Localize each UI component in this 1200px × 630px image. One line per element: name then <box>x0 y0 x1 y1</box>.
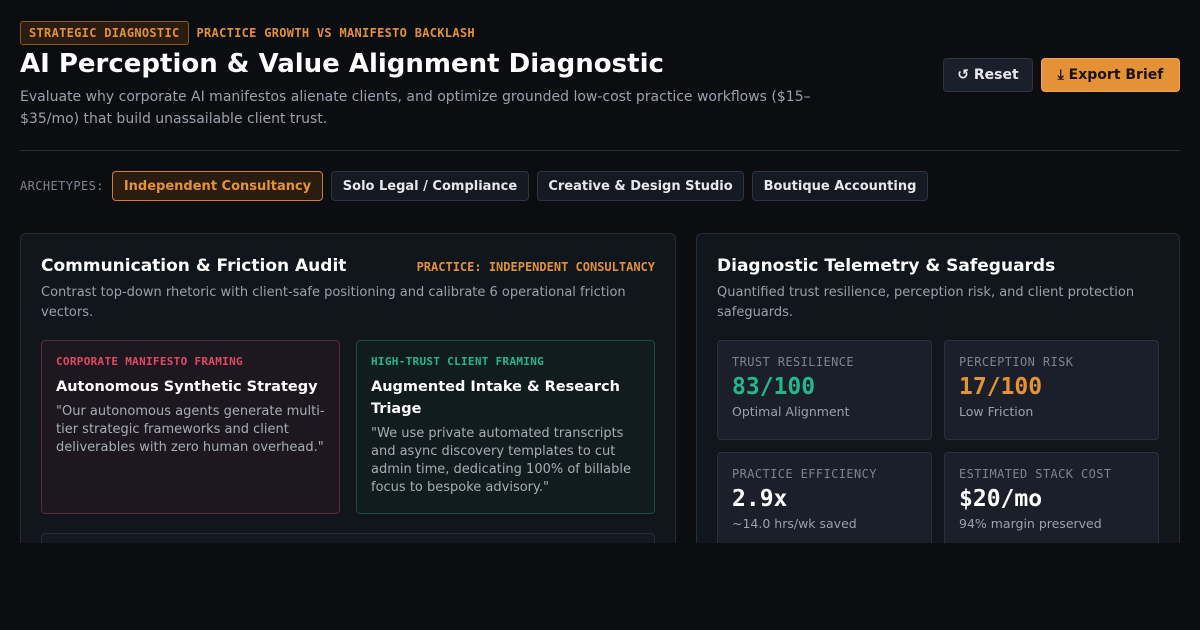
metric-note: Low Friction <box>959 404 1034 419</box>
metric-value: 83/100 <box>732 374 816 400</box>
archetype-chip-creative-design[interactable]: Creative & Design Studio <box>537 171 744 201</box>
category-subtag: PRACTICE GROWTH VS MANIFESTO BACKLASH <box>196 26 475 40</box>
export-brief-button[interactable]: ⤓ Export Brief <box>1041 58 1180 92</box>
corporate-heading: Autonomous Synthetic Strategy <box>56 379 318 395</box>
metric-label: PERCEPTION RISK <box>959 355 1074 369</box>
trust-quote: "We use private automated transcripts an… <box>371 426 631 495</box>
header-divider <box>20 150 1180 151</box>
metric-value: $20/mo <box>959 486 1043 512</box>
audit-description: Contrast top-down rhetoric with client-s… <box>41 285 626 320</box>
metric-label: PRACTICE EFFICIENCY <box>732 467 877 481</box>
archetypes-label: ARCHETYPES: <box>20 179 104 193</box>
audit-title: Communication & Friction Audit <box>41 256 347 276</box>
trust-heading: Augmented Intake & Research Triage <box>371 379 620 417</box>
corporate-framing-card: CORPORATE MANIFESTO FRAMING Autonomous S… <box>41 340 340 514</box>
metric-note: Optimal Alignment <box>732 404 850 419</box>
trust-framing-card: HIGH-TRUST CLIENT FRAMING Augmented Inta… <box>356 340 655 514</box>
metric-label: TRUST RESILIENCE <box>732 355 854 369</box>
trust-kicker: HIGH-TRUST CLIENT FRAMING <box>371 355 545 368</box>
reset-button[interactable]: ↺ Reset <box>943 58 1033 92</box>
archetype-chip-solo-legal[interactable]: Solo Legal / Compliance <box>331 171 529 201</box>
metric-perception-risk: PERCEPTION RISK 17/100 Low Friction <box>944 340 1159 440</box>
page-title: AI Perception & Value Alignment Diagnost… <box>20 49 664 79</box>
viewport-cutoff <box>0 543 1200 630</box>
category-badge: STRATEGIC DIAGNOSTIC <box>20 21 189 45</box>
corporate-kicker: CORPORATE MANIFESTO FRAMING <box>56 355 243 368</box>
header-tagrow: STRATEGIC DIAGNOSTIC PRACTICE GROWTH VS … <box>20 21 475 45</box>
page-subtitle: Evaluate why corporate AI manifestos ali… <box>20 89 811 127</box>
corporate-quote: "Our autonomous agents generate multi-ti… <box>56 404 325 455</box>
telemetry-description: Quantified trust resilience, perception … <box>717 285 1135 320</box>
metric-trust-resilience: TRUST RESILIENCE 83/100 Optimal Alignmen… <box>717 340 932 440</box>
metric-note: 94% margin preserved <box>959 516 1102 531</box>
metric-practice-efficiency: PRACTICE EFFICIENCY 2.9x ~14.0 hrs/wk sa… <box>717 452 932 552</box>
metric-value: 17/100 <box>959 374 1043 400</box>
practice-tag: PRACTICE: INDEPENDENT CONSULTANCY <box>416 260 655 274</box>
archetype-chip-boutique-accounting[interactable]: Boutique Accounting <box>752 171 928 201</box>
metric-label: ESTIMATED STACK COST <box>959 467 1112 481</box>
metric-note: ~14.0 hrs/wk saved <box>732 516 857 531</box>
telemetry-title: Diagnostic Telemetry & Safeguards <box>717 256 1056 276</box>
metric-value: 2.9x <box>732 486 788 512</box>
archetype-chip-independent-consultancy[interactable]: Independent Consultancy <box>112 171 323 201</box>
metric-stack-cost: ESTIMATED STACK COST $20/mo 94% margin p… <box>944 452 1159 552</box>
